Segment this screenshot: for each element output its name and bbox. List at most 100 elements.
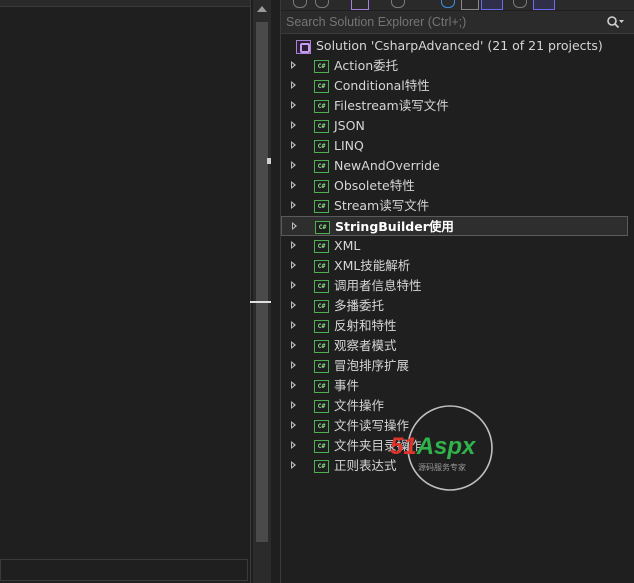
solution-label: Solution 'CsharpAdvanced' (21 of 21 proj… [316, 38, 603, 53]
editor-bottom-field[interactable] [0, 559, 248, 581]
expand-arrow-icon[interactable] [291, 401, 296, 409]
project-label: 冒泡排序扩展 [334, 358, 410, 373]
project-node[interactable]: C# 观察者模式 [281, 336, 633, 356]
project-label: XML [334, 238, 361, 253]
csharp-project-icon: C# [314, 260, 329, 273]
expand-arrow-icon[interactable] [291, 361, 296, 369]
sync-icon[interactable] [391, 0, 405, 8]
project-label: Action委托 [334, 58, 399, 73]
project-node[interactable]: C# 事件 [281, 376, 633, 396]
scroll-up-arrow-icon[interactable] [257, 6, 267, 12]
refresh-icon[interactable] [441, 0, 455, 8]
project-node[interactable]: C# NewAndOverride [281, 156, 633, 176]
project-label: NewAndOverride [334, 158, 440, 173]
csharp-project-icon: C# [314, 100, 329, 113]
project-node[interactable]: C# XML [281, 236, 633, 256]
preview-icon[interactable] [533, 0, 555, 10]
project-node[interactable]: C# 调用者信息特性 [281, 276, 633, 296]
vs-solution-icon[interactable] [351, 0, 369, 10]
search-icon[interactable] [606, 15, 624, 29]
pane-splitter[interactable] [271, 0, 281, 583]
editor-vertical-scrollbar[interactable] [253, 0, 271, 583]
solution-icon [296, 40, 311, 54]
project-node[interactable]: C# LINQ [281, 136, 633, 156]
csharp-project-icon: C# [314, 120, 329, 133]
csharp-project-icon: C# [314, 360, 329, 373]
expand-arrow-icon[interactable] [291, 441, 296, 449]
project-node[interactable]: C# StringBuilder使用 [281, 216, 628, 236]
expand-arrow-icon[interactable] [291, 121, 296, 129]
expand-arrow-icon[interactable] [291, 141, 296, 149]
project-node[interactable]: C# JSON [281, 116, 633, 136]
csharp-project-icon: C# [314, 200, 329, 213]
project-label: JSON [334, 118, 365, 133]
project-label: Stream读写文件 [334, 198, 430, 213]
project-label: 观察者模式 [334, 338, 397, 353]
expand-arrow-icon[interactable] [291, 101, 296, 109]
expand-arrow-icon[interactable] [291, 341, 296, 349]
project-node[interactable]: C# Action委托 [281, 56, 633, 76]
expand-arrow-icon[interactable] [291, 81, 296, 89]
expand-arrow-icon[interactable] [291, 161, 296, 169]
project-node[interactable]: C# Filestream读写文件 [281, 96, 633, 116]
csharp-project-icon: C# [314, 420, 329, 433]
expand-arrow-icon[interactable] [291, 261, 296, 269]
project-label: XML技能解析 [334, 258, 411, 273]
back-icon[interactable] [293, 0, 307, 8]
forward-icon[interactable] [315, 0, 329, 8]
csharp-project-icon: C# [314, 460, 329, 473]
expand-arrow-icon[interactable] [291, 61, 296, 69]
editor-pane [0, 0, 251, 583]
project-label: 事件 [334, 378, 360, 393]
expand-arrow-icon[interactable] [292, 222, 297, 230]
csharp-project-icon: C# [314, 380, 329, 393]
csharp-project-icon: C# [315, 221, 330, 234]
solution-node[interactable]: Solution 'CsharpAdvanced' (21 of 21 proj… [281, 36, 633, 56]
watermark-text: 51Aspx [390, 433, 477, 460]
project-label: 文件操作 [334, 398, 385, 413]
project-label: 多播委托 [334, 298, 385, 313]
project-label: StringBuilder使用 [335, 219, 454, 234]
expand-arrow-icon[interactable] [291, 321, 296, 329]
expand-arrow-icon[interactable] [291, 181, 296, 189]
csharp-project-icon: C# [314, 280, 329, 293]
project-node[interactable]: C# 多播委托 [281, 296, 633, 316]
csharp-project-icon: C# [314, 300, 329, 313]
expand-arrow-icon[interactable] [291, 461, 296, 469]
project-node[interactable]: C# Obsolete特性 [281, 176, 633, 196]
properties-icon[interactable] [513, 0, 527, 8]
scrollbar-thumb[interactable] [256, 22, 268, 542]
project-node[interactable]: C# 反射和特性 [281, 316, 633, 336]
csharp-project-icon: C# [314, 400, 329, 413]
csharp-project-icon: C# [314, 240, 329, 253]
project-label: 调用者信息特性 [334, 278, 422, 293]
watermark-subtext: 源码服务专家 [418, 462, 466, 472]
watermark-number: 51 [390, 433, 417, 460]
solution-explorer: Solution 'CsharpAdvanced' (21 of 21 proj… [281, 0, 634, 583]
project-node[interactable]: C# XML技能解析 [281, 256, 633, 276]
expand-arrow-icon[interactable] [291, 281, 296, 289]
csharp-project-icon: C# [314, 160, 329, 173]
collapse-all-icon[interactable] [461, 0, 479, 10]
splitter-handle[interactable] [250, 301, 272, 303]
project-label: LINQ [334, 138, 364, 153]
csharp-project-icon: C# [314, 180, 329, 193]
editor-tab-strip [0, 0, 250, 7]
expand-arrow-icon[interactable] [291, 421, 296, 429]
csharp-project-icon: C# [314, 440, 329, 453]
project-node[interactable]: C# 冒泡排序扩展 [281, 356, 633, 376]
project-node[interactable]: C# Stream读写文件 [281, 196, 633, 216]
search-bar [281, 11, 634, 34]
project-node[interactable]: C# Conditional特性 [281, 76, 633, 96]
search-input[interactable] [286, 11, 586, 33]
project-label: Filestream读写文件 [334, 98, 449, 113]
csharp-project-icon: C# [314, 340, 329, 353]
expand-arrow-icon[interactable] [291, 381, 296, 389]
expand-arrow-icon[interactable] [291, 201, 296, 209]
show-all-files-icon[interactable] [481, 0, 503, 10]
expand-arrow-icon[interactable] [291, 241, 296, 249]
csharp-project-icon: C# [314, 60, 329, 73]
csharp-project-icon: C# [314, 140, 329, 153]
watermark-logo: 51Aspx 源码服务专家 [390, 405, 493, 491]
expand-arrow-icon[interactable] [291, 301, 296, 309]
